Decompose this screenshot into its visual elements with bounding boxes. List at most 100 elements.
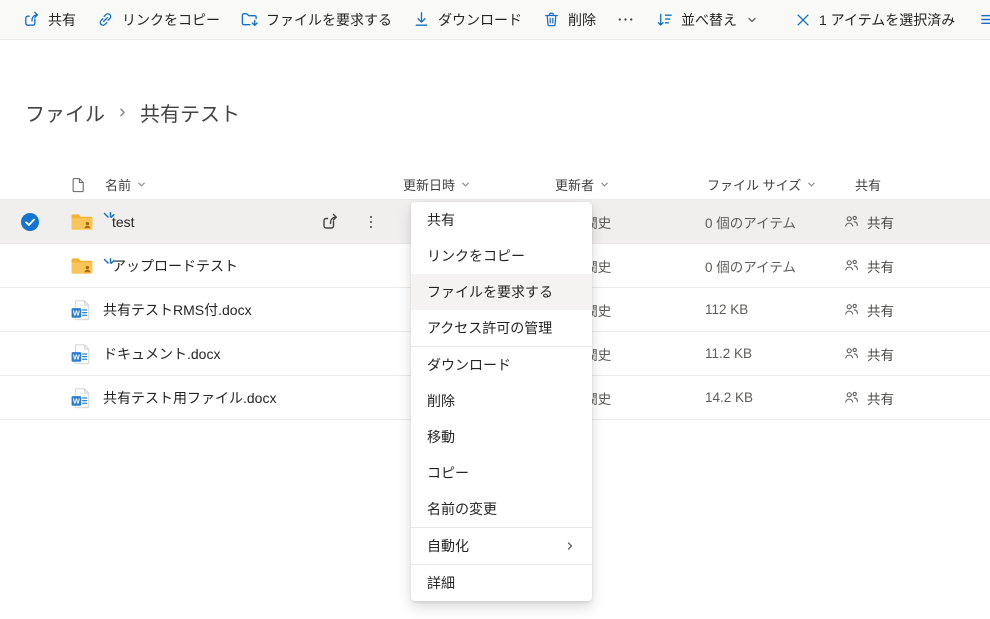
context-menu-item-label: ファイルを要求する	[427, 282, 553, 302]
file-name-cell[interactable]: 共有テストRMS付.docx	[103, 300, 315, 320]
svg-text:W: W	[73, 396, 80, 405]
selected-check-icon	[20, 212, 40, 232]
share-button-label: 共有	[48, 10, 76, 30]
context-menu-item-label: コピー	[427, 463, 469, 483]
delete-button[interactable]: 削除	[532, 3, 606, 37]
view-options-button[interactable]	[969, 3, 990, 37]
download-button[interactable]: ダウンロード	[402, 3, 532, 37]
context-menu-item[interactable]: 共有	[411, 202, 592, 238]
dismiss-icon	[794, 11, 812, 29]
column-header-sharing[interactable]: 共有	[835, 175, 990, 194]
file-name[interactable]: 共有テスト用ファイル.docx	[103, 388, 276, 408]
copy-link-button-label: リンクをコピー	[122, 10, 220, 30]
column-header-modified[interactable]: 更新日時	[386, 175, 550, 194]
context-menu-item[interactable]: 移動	[411, 419, 592, 455]
sharing-cell[interactable]: 共有	[835, 388, 990, 408]
sharing-status-label: 共有	[867, 344, 894, 364]
sharing-status-label: 共有	[867, 212, 894, 232]
word-document-icon: W	[70, 387, 91, 409]
request-files-button[interactable]: ファイルを要求する	[230, 3, 402, 37]
file-name-cell[interactable]: 共有テスト用ファイル.docx	[103, 388, 315, 408]
shared-folder-icon	[70, 256, 94, 276]
file-size-cell: 14.2 KB	[695, 390, 835, 405]
column-header-name[interactable]: 名前	[103, 175, 315, 194]
copy-link-button[interactable]: リンクをコピー	[86, 3, 230, 37]
context-menu-item[interactable]: 削除	[411, 383, 592, 419]
row-more-icon[interactable]	[362, 213, 380, 231]
copy-link-icon	[96, 10, 115, 29]
context-menu-item-label: 移動	[427, 427, 455, 447]
context-menu-item[interactable]: 名前の変更	[411, 491, 592, 527]
breadcrumb-root[interactable]: ファイル	[25, 98, 105, 127]
people-icon	[843, 389, 860, 406]
people-icon	[843, 345, 860, 362]
context-menu-item-label: 自動化	[427, 536, 469, 556]
context-menu-item[interactable]: ダウンロード	[411, 347, 592, 383]
chevron-down-icon	[460, 179, 471, 190]
context-menu-item-label: 名前の変更	[427, 499, 497, 519]
file-icon-cell: W	[70, 343, 103, 365]
delete-button-label: 削除	[568, 10, 596, 30]
breadcrumb-current: 共有テスト	[140, 98, 240, 127]
file-name-cell[interactable]: test	[103, 214, 315, 230]
context-menu-item-label: アクセス許可の管理	[427, 318, 552, 338]
context-menu-item-label: ダウンロード	[427, 355, 511, 375]
context-menu-item[interactable]: ファイルを要求する	[411, 274, 592, 310]
context-menu-item[interactable]: 自動化	[411, 528, 592, 564]
file-name[interactable]: 共有テストRMS付.docx	[103, 300, 252, 320]
more-icon	[616, 10, 635, 29]
sharing-cell[interactable]: 共有	[835, 344, 990, 364]
command-bar: 共有 リンクをコピー ファイルを要求する ダウンロード 削除 並べ替え 1 アイ…	[0, 0, 990, 40]
chevron-right-icon	[564, 540, 576, 552]
new-item-badge-icon	[103, 257, 115, 267]
chevron-right-icon	[116, 106, 129, 119]
context-menu-item[interactable]: リンクをコピー	[411, 238, 592, 274]
file-icon-cell	[70, 256, 103, 276]
chevron-down-icon	[599, 179, 610, 190]
command-bar-right: 並べ替え 1 アイテムを選択済み	[645, 3, 990, 37]
column-header-modified-by[interactable]: 更新者	[550, 175, 695, 194]
sort-button[interactable]: 並べ替え	[645, 3, 768, 37]
list-view-icon	[979, 10, 990, 29]
delete-icon	[542, 10, 561, 29]
table-header: 名前 更新日時 更新者 ファイル サイズ 共有	[0, 170, 990, 200]
breadcrumb: ファイル 共有テスト	[25, 98, 240, 127]
new-item-badge-icon	[103, 211, 115, 221]
context-menu-item-label: 削除	[427, 391, 455, 411]
file-type-icon	[70, 175, 103, 195]
context-menu-item[interactable]: コピー	[411, 455, 592, 491]
file-size-cell: 112 KB	[695, 302, 835, 317]
file-name[interactable]: アップロードテスト	[112, 256, 238, 276]
chevron-down-icon	[806, 179, 817, 190]
file-name[interactable]: ドキュメント.docx	[103, 344, 220, 364]
context-menu-item[interactable]: 詳細	[411, 565, 592, 601]
context-menu-item[interactable]: アクセス許可の管理	[411, 310, 592, 346]
sharing-cell[interactable]: 共有	[835, 212, 990, 232]
context-menu-item-label: 共有	[427, 210, 455, 230]
shared-folder-icon	[70, 212, 94, 232]
file-size-cell: 0 個のアイテム	[695, 256, 835, 276]
file-icon-cell	[70, 212, 103, 232]
word-document-icon: W	[70, 299, 91, 321]
row-share-icon[interactable]	[320, 212, 340, 232]
people-icon	[843, 257, 860, 274]
more-commands-button[interactable]	[606, 3, 645, 37]
file-size-cell: 0 個のアイテム	[695, 212, 835, 232]
people-icon	[843, 301, 860, 318]
file-name[interactable]: test	[112, 214, 135, 230]
file-name-cell[interactable]: ドキュメント.docx	[103, 344, 315, 364]
file-name-cell[interactable]: アップロードテスト	[103, 256, 315, 276]
sharing-cell[interactable]: 共有	[835, 256, 990, 276]
sharing-cell[interactable]: 共有	[835, 300, 990, 320]
column-header-file-size[interactable]: ファイル サイズ	[695, 175, 835, 194]
file-size-cell: 11.2 KB	[695, 346, 835, 361]
share-button[interactable]: 共有	[12, 3, 86, 37]
request-files-button-label: ファイルを要求する	[266, 10, 392, 30]
svg-text:W: W	[73, 308, 80, 317]
clear-selection-button[interactable]: 1 アイテムを選択済み	[784, 3, 965, 37]
file-icon-cell: W	[70, 387, 103, 409]
row-check-cell[interactable]	[0, 212, 70, 232]
download-icon	[412, 10, 431, 29]
svg-text:W: W	[73, 352, 80, 361]
sharing-status-label: 共有	[867, 256, 894, 276]
